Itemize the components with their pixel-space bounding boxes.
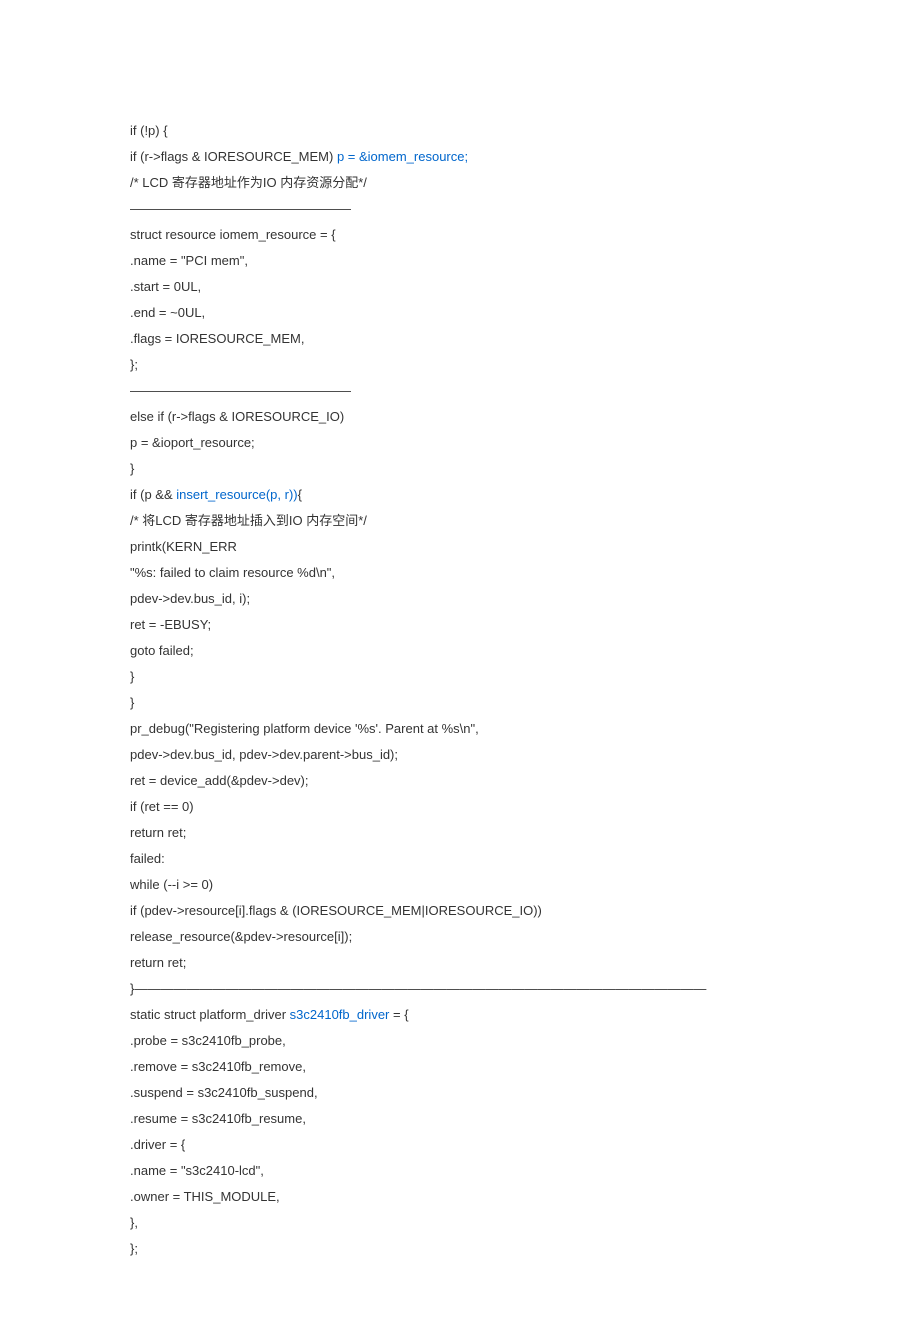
code-line: failed: xyxy=(130,846,790,872)
code-line: }; xyxy=(130,352,790,378)
code-line: .start = 0UL, xyxy=(130,274,790,300)
code-line: .owner = THIS_MODULE, xyxy=(130,1184,790,1210)
code-line: /* 将LCD 寄存器地址插入到IO 内存空间*/ xyxy=(130,508,790,534)
highlighted-code: insert_resource(p, r)) xyxy=(176,487,297,502)
code-text: if (p && xyxy=(130,487,176,502)
code-text: = { xyxy=(389,1007,408,1022)
code-line: }―――――――――――――――――――――――――――――――――――――――… xyxy=(130,976,790,1002)
code-line: return ret; xyxy=(130,820,790,846)
code-line: struct resource iomem_resource = { xyxy=(130,222,790,248)
code-line: p = &ioport_resource; xyxy=(130,430,790,456)
code-line: } xyxy=(130,690,790,716)
code-line: if (!p) { xyxy=(130,118,790,144)
code-line: "%s: failed to claim resource %d\n", xyxy=(130,560,790,586)
code-line: pr_debug("Registering platform device '%… xyxy=(130,716,790,742)
code-line: if (ret == 0) xyxy=(130,794,790,820)
code-line: if (r->flags & IORESOURCE_MEM) p = &iome… xyxy=(130,144,790,170)
code-line: pdev->dev.bus_id, pdev->dev.parent->bus_… xyxy=(130,742,790,768)
code-line: .resume = s3c2410fb_resume, xyxy=(130,1106,790,1132)
code-line: .name = "PCI mem", xyxy=(130,248,790,274)
code-line: release_resource(&pdev->resource[i]); xyxy=(130,924,790,950)
code-line: ――――――――――――――――― xyxy=(130,196,790,222)
code-line: goto failed; xyxy=(130,638,790,664)
code-line: static struct platform_driver s3c2410fb_… xyxy=(130,1002,790,1028)
code-text: { xyxy=(298,487,302,502)
code-line: /* LCD 寄存器地址作为IO 内存资源分配*/ xyxy=(130,170,790,196)
code-line: }, xyxy=(130,1210,790,1236)
code-line: .name = "s3c2410-lcd", xyxy=(130,1158,790,1184)
code-line: ret = -EBUSY; xyxy=(130,612,790,638)
code-line: else if (r->flags & IORESOURCE_IO) xyxy=(130,404,790,430)
code-text: static struct platform_driver xyxy=(130,1007,290,1022)
code-line: if (p && insert_resource(p, r)){ xyxy=(130,482,790,508)
code-line: if (pdev->resource[i].flags & (IORESOURC… xyxy=(130,898,790,924)
code-text: if (r->flags & IORESOURCE_MEM) xyxy=(130,149,337,164)
code-line: .remove = s3c2410fb_remove, xyxy=(130,1054,790,1080)
code-line: .probe = s3c2410fb_probe, xyxy=(130,1028,790,1054)
code-line: ret = device_add(&pdev->dev); xyxy=(130,768,790,794)
code-line: } xyxy=(130,456,790,482)
code-line: pdev->dev.bus_id, i); xyxy=(130,586,790,612)
code-line: .suspend = s3c2410fb_suspend, xyxy=(130,1080,790,1106)
document-page: if (!p) {if (r->flags & IORESOURCE_MEM) … xyxy=(0,0,920,1342)
code-line: }; xyxy=(130,1236,790,1262)
code-line: .driver = { xyxy=(130,1132,790,1158)
code-line: .end = ~0UL, xyxy=(130,300,790,326)
code-line: } xyxy=(130,664,790,690)
highlighted-code: s3c2410fb_driver xyxy=(290,1007,390,1022)
code-line: ――――――――――――――――― xyxy=(130,378,790,404)
code-line: .flags = IORESOURCE_MEM, xyxy=(130,326,790,352)
code-line: printk(KERN_ERR xyxy=(130,534,790,560)
code-line: while (--i >= 0) xyxy=(130,872,790,898)
highlighted-code: p = &iomem_resource; xyxy=(337,149,468,164)
code-line: return ret; xyxy=(130,950,790,976)
